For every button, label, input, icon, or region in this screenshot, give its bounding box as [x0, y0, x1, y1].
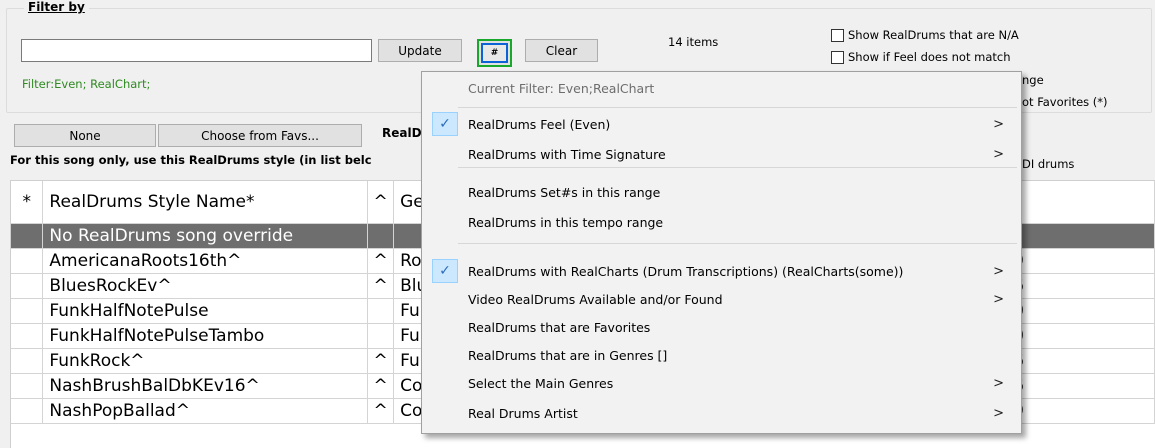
checkmark-icon: ✓: [432, 112, 458, 136]
table-cell-star: [11, 373, 44, 399]
menu-item[interactable]: Select the Main Genres >: [423, 369, 1020, 397]
not-favorites-partial-label: ot Favorites (*): [1022, 95, 1108, 109]
filter-status-text: Filter:Even; RealChart;: [22, 77, 151, 91]
menu-item-label: RealDrums in this tempo range: [468, 214, 664, 230]
table-cell-star: [11, 398, 44, 424]
menu-item[interactable]: RealDrums with Time Signature >: [423, 140, 1020, 168]
none-button[interactable]: None: [14, 124, 156, 147]
midi-drums-partial-label: DI drums: [1022, 157, 1075, 171]
menu-item[interactable]: RealDrums that are in Genres []: [423, 341, 1020, 369]
submenu-arrow-icon: >: [993, 116, 1004, 132]
menu-item[interactable]: Video RealDrums Available and/or Found >: [423, 285, 1020, 313]
submenu-arrow-icon: >: [993, 405, 1004, 421]
table-cell-star: [11, 248, 44, 274]
show-feel-label: Show if Feel does not match: [848, 50, 1011, 64]
table-cell-caret: ^: [367, 398, 395, 424]
realdrums-partial-label: RealD: [382, 126, 422, 140]
column-header[interactable]: *: [11, 181, 44, 224]
show-feel-mismatch-checkbox[interactable]: Show if Feel does not match: [831, 50, 1011, 64]
table-cell-caret: ^: [367, 248, 395, 274]
menu-header-label: Current Filter: Even;RealChart: [468, 80, 655, 96]
submenu-arrow-icon: >: [993, 263, 1004, 279]
column-header[interactable]: RealDrums Style Name*: [42, 181, 369, 224]
update-button[interactable]: Update: [378, 39, 462, 62]
table-cell-star: [11, 273, 44, 299]
menu-item-label: Select the Main Genres: [468, 375, 614, 391]
filter-group-title: Filter by: [24, 0, 89, 14]
menu-item-label: Video RealDrums Available and/or Found: [468, 291, 723, 307]
menu-item[interactable]: RealDrums that are Favorites: [423, 313, 1020, 341]
menu-item-label: RealDrums that are in Genres []: [468, 347, 668, 363]
table-cell-name: NashBrushBalDbKEv16^: [42, 373, 369, 399]
menu-item-label: RealDrums with Time Signature: [468, 146, 666, 162]
table-cell-name: FunkRock^: [42, 348, 369, 374]
table-cell-star: [11, 298, 44, 324]
menu-item[interactable]: ✓ RealDrums Feel (Even) >: [423, 110, 1020, 138]
song-only-label: For this song only, use this RealDrums s…: [10, 153, 372, 167]
submenu-arrow-icon: >: [993, 375, 1004, 391]
menu-item[interactable]: ✓ RealDrums with RealCharts (Drum Transcr…: [423, 257, 1020, 285]
table-cell-star: [11, 223, 44, 249]
filter-context-menu: Current Filter: Even;RealChart ✓ RealDrum…: [421, 71, 1022, 434]
table-cell-name: No RealDrums song override: [42, 223, 369, 249]
menu-item[interactable]: Real Drums Artist >: [423, 399, 1020, 427]
column-header[interactable]: ^: [367, 181, 395, 224]
table-cell-caret: [367, 298, 395, 324]
submenu-arrow-icon: >: [993, 146, 1004, 162]
checkmark-icon: ✓: [432, 259, 458, 283]
menu-item-label: Real Drums Artist: [468, 405, 578, 421]
filter-search-input[interactable]: [21, 39, 372, 62]
menu-item-label: RealDrums Set#s in this range: [468, 184, 661, 200]
menu-item-label: RealDrums Feel (Even): [468, 116, 611, 132]
table-cell-caret: [367, 223, 395, 249]
items-count: 14 items: [668, 35, 719, 49]
table-cell-name: FunkHalfNotePulseTambo: [42, 323, 369, 349]
menu-separator: [458, 107, 1017, 108]
table-cell-star: [11, 348, 44, 374]
menu-item[interactable]: RealDrums Set#s in this range: [423, 178, 1020, 206]
menu-separator: [458, 243, 1017, 244]
checkbox-box: [831, 28, 844, 42]
show-na-checkbox[interactable]: Show RealDrums that are N/A: [831, 28, 1019, 42]
clear-button[interactable]: Clear: [525, 39, 598, 62]
menu-item-label: RealDrums that are Favorites: [468, 319, 651, 335]
choose-favs-button[interactable]: Choose from Favs...: [158, 124, 362, 147]
table-cell-caret: ^: [367, 273, 395, 299]
checkbox-box: [831, 50, 844, 64]
table-cell-name: BluesRockEv^: [42, 273, 369, 299]
tempo-range-partial-label: nge: [1022, 73, 1044, 87]
table-cell-caret: [367, 323, 395, 349]
hash-filter-label: #: [481, 43, 508, 63]
menu-item[interactable]: RealDrums in this tempo range: [423, 208, 1020, 236]
table-cell-name: NashPopBallad^: [42, 398, 369, 424]
menu-item-label: RealDrums with RealCharts (Drum Transcri…: [468, 263, 904, 279]
submenu-arrow-icon: >: [993, 291, 1004, 307]
show-na-label: Show RealDrums that are N/A: [848, 28, 1019, 42]
table-cell-caret: ^: [367, 348, 395, 374]
table-cell-name: AmericanaRoots16th^: [42, 248, 369, 274]
menu-header: Current Filter: Even;RealChart: [423, 74, 1020, 102]
table-cell-caret: ^: [367, 373, 395, 399]
table-cell-star: [11, 323, 44, 349]
hash-filter-button[interactable]: #: [477, 39, 512, 67]
table-cell-name: FunkHalfNotePulse: [42, 298, 369, 324]
